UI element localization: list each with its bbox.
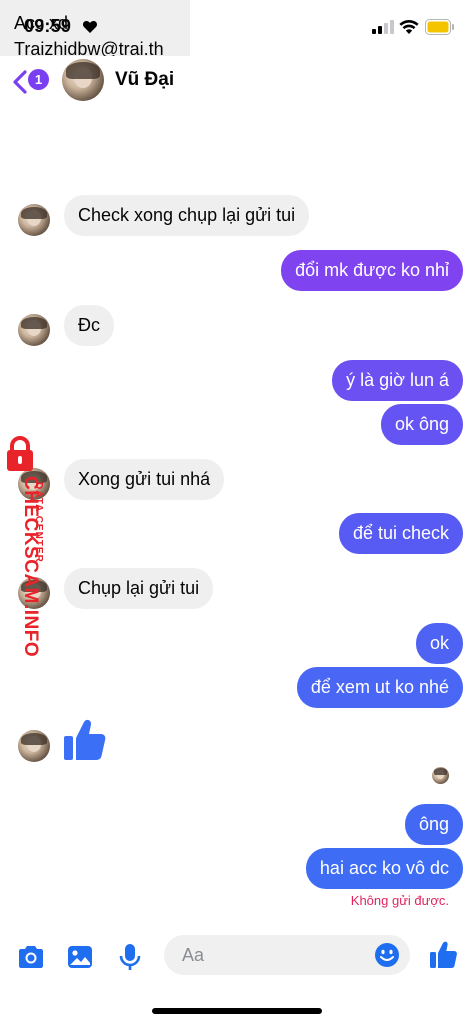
contact-avatar[interactable] (62, 59, 104, 101)
microphone-icon[interactable] (115, 942, 145, 972)
message-outgoing[interactable]: ý là giờ lun á (332, 360, 463, 401)
thumbs-up-sticker[interactable] (64, 718, 106, 762)
thumbs-up-icon[interactable] (428, 940, 458, 970)
message-outgoing[interactable]: để xem ut ko nhé (296, 667, 463, 708)
message-outgoing[interactable]: để tui check (338, 513, 463, 554)
contact-name[interactable]: Vũ Đại (115, 69, 174, 91)
message-incoming[interactable]: Chụp lại gửi tui (64, 568, 214, 609)
read-receipt-avatar (432, 767, 449, 784)
sender-avatar[interactable] (18, 314, 50, 346)
watermark-subtext: DATA CENTER (33, 482, 44, 563)
watermark: CHECKSCAM.INFO DATA CENTER (3, 436, 45, 666)
sender-avatar[interactable] (18, 204, 50, 236)
status-bar: 09:59 (0, 0, 473, 56)
emoji-icon[interactable] (374, 942, 400, 968)
heart-icon (82, 21, 98, 33)
conversation-header: 1 Vũ Đại (0, 56, 473, 106)
back-chevron-icon (13, 70, 27, 94)
message-composer: Aa (0, 925, 473, 985)
padlock-icon (7, 436, 33, 471)
message-input-placeholder: Aa (182, 945, 205, 965)
unread-count-badge[interactable]: 1 (28, 69, 49, 90)
message-outgoing[interactable]: đổi mk được ko nhỉ (281, 250, 463, 291)
message-incoming[interactable]: Đc (64, 305, 114, 346)
status-time: 09:59 (24, 16, 72, 36)
sender-avatar[interactable] (18, 730, 50, 762)
message-outgoing[interactable]: ông (404, 804, 463, 845)
home-indicator (152, 1008, 322, 1014)
send-error-text[interactable]: Không gửi được. (351, 893, 449, 908)
message-incoming[interactable]: Check xong chụp lại gửi tui (64, 195, 310, 236)
message-outgoing[interactable]: ok ông (380, 404, 463, 445)
camera-icon[interactable] (16, 942, 46, 972)
message-outgoing[interactable]: ok (415, 623, 463, 664)
message-input[interactable]: Aa (164, 935, 410, 975)
message-outgoing-failed[interactable]: hai acc ko vô dc (305, 848, 463, 889)
gallery-icon[interactable] (65, 942, 95, 972)
battery-icon (425, 19, 454, 35)
message-incoming[interactable]: Xong gửi tui nhá (64, 459, 225, 500)
wifi-icon (399, 20, 419, 34)
signal-icon (372, 20, 394, 34)
